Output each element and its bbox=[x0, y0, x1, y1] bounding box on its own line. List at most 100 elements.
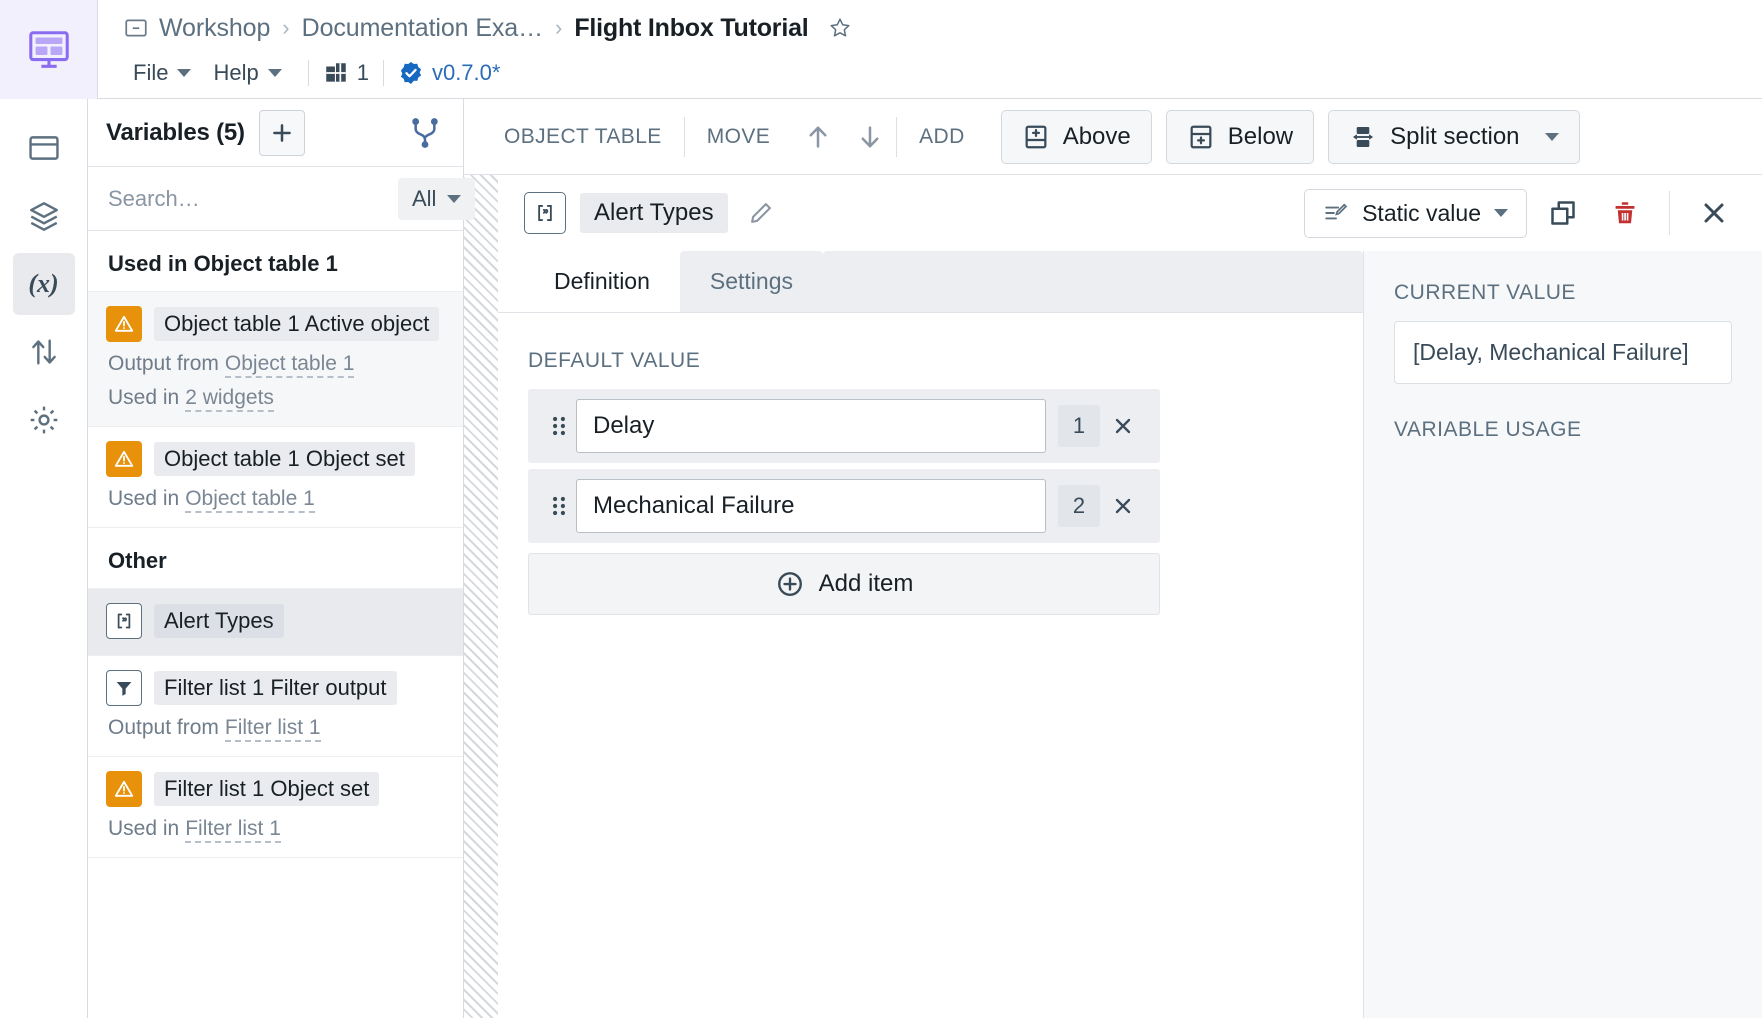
variable-name: Object table 1 Object set bbox=[154, 442, 415, 476]
breadcrumb-separator: › bbox=[282, 15, 290, 40]
add-below-icon bbox=[1190, 125, 1212, 148]
top-bar: Workshop › Documentation Exa… › Flight I… bbox=[0, 0, 1762, 99]
variable-meta-link[interactable]: Object table 1 bbox=[185, 487, 315, 513]
split-section-label: Split section bbox=[1390, 122, 1520, 150]
editor-tabs: Definition Settings bbox=[498, 251, 1363, 313]
variables-group-title: Used in Object table 1 bbox=[88, 231, 463, 292]
variable-list-item[interactable]: Object table 1 Object set Used in Object … bbox=[88, 427, 463, 528]
variable-meta-link[interactable]: Object table 1 bbox=[224, 352, 355, 378]
variable-meta-prefix: Used in bbox=[108, 487, 180, 510]
tab-definition[interactable]: Definition bbox=[524, 251, 680, 312]
variable-meta: Output from Object table 1 bbox=[108, 352, 445, 378]
breadcrumb-separator: › bbox=[555, 15, 563, 40]
divider bbox=[382, 60, 384, 86]
value-type-select[interactable]: Static value bbox=[1304, 188, 1527, 238]
value-type-label: Static value bbox=[1362, 199, 1481, 226]
chevron-down-icon bbox=[1544, 132, 1559, 141]
split-section-button[interactable]: Split section bbox=[1328, 109, 1580, 164]
search-row: All bbox=[88, 167, 476, 231]
tab-definition-label: Definition bbox=[554, 268, 650, 294]
current-value: [Delay, Mechanical Failure] bbox=[1394, 321, 1732, 384]
close-button[interactable] bbox=[1688, 187, 1740, 239]
close-icon bbox=[1115, 498, 1131, 514]
variables-icon: (x) bbox=[28, 269, 59, 298]
breadcrumb-item-1[interactable]: Documentation Exa… bbox=[302, 14, 543, 43]
drag-handle-icon[interactable] bbox=[542, 412, 576, 440]
pencil-icon[interactable] bbox=[742, 194, 780, 232]
current-value-label: CURRENT VALUE bbox=[1394, 281, 1576, 304]
add-below-button[interactable]: Below bbox=[1165, 109, 1315, 164]
add-variable-button[interactable] bbox=[258, 109, 305, 156]
variable-meta-prefix: Output from bbox=[108, 716, 219, 739]
default-value-input-2[interactable] bbox=[576, 479, 1046, 533]
close-icon bbox=[1704, 203, 1724, 223]
plus-icon bbox=[272, 123, 291, 142]
variable-meta-link[interactable]: Filter list 1 bbox=[185, 817, 281, 843]
default-value-input-1[interactable] bbox=[576, 399, 1046, 453]
variables-panel-header: Variables (5) bbox=[88, 99, 463, 167]
move-up-button[interactable] bbox=[792, 111, 844, 163]
variable-list-item[interactable]: Filter list 1 Object set Used in Filter l… bbox=[88, 757, 463, 858]
menu-file[interactable]: File bbox=[123, 57, 203, 89]
default-value-index-2: 2 bbox=[1058, 485, 1100, 527]
variable-meta-prefix: Used in bbox=[108, 817, 180, 840]
folder-icon bbox=[123, 15, 149, 41]
layout-count[interactable]: 1 bbox=[323, 60, 369, 86]
rail-item-layers[interactable] bbox=[13, 185, 75, 247]
duplicate-icon bbox=[1551, 201, 1575, 225]
warning-triangle-icon bbox=[106, 771, 142, 807]
workshop-layout-icon bbox=[28, 30, 69, 68]
gear-icon bbox=[30, 406, 57, 434]
variable-meta: Used in 2 widgets bbox=[108, 386, 445, 412]
variable-list-item-alert-types[interactable]: Alert Types bbox=[88, 589, 463, 656]
variable-list-item[interactable]: Filter list 1 Filter output Output from F… bbox=[88, 656, 463, 757]
warning-triangle-icon bbox=[106, 306, 142, 342]
move-down-button[interactable] bbox=[844, 111, 896, 163]
rail-item-settings[interactable] bbox=[13, 389, 75, 451]
variable-list-item[interactable]: Object table 1 Active object Output from… bbox=[88, 292, 463, 427]
variables-list: Used in Object table 1 Object table 1 Ac… bbox=[88, 231, 463, 1018]
menu-file-label: File bbox=[133, 60, 169, 85]
tab-settings-label: Settings bbox=[709, 268, 793, 294]
add-above-button[interactable]: Above bbox=[1000, 109, 1152, 164]
remove-item-button-2[interactable] bbox=[1100, 483, 1146, 529]
rail-item-layout-panel[interactable] bbox=[13, 117, 75, 179]
variables-panel: Variables (5) Search… All Used in Object… bbox=[88, 99, 476, 1018]
app-logo[interactable] bbox=[0, 0, 98, 99]
branch-button[interactable] bbox=[405, 113, 445, 153]
add-item-button[interactable]: Add item bbox=[528, 553, 1160, 615]
chevron-down-icon bbox=[447, 194, 462, 203]
breadcrumb-item-0[interactable]: Workshop bbox=[159, 14, 270, 43]
layout-panel-icon bbox=[28, 136, 59, 160]
left-rail: (x) bbox=[0, 99, 88, 1018]
variable-row: Alert Types bbox=[106, 603, 445, 639]
variable-meta-link[interactable]: Filter list 1 bbox=[224, 716, 321, 742]
variable-row: Filter list 1 Filter output bbox=[106, 670, 445, 706]
drag-handle-icon[interactable] bbox=[542, 492, 576, 520]
menu-help[interactable]: Help bbox=[203, 57, 293, 89]
variable-meta: Output from Filter list 1 bbox=[108, 716, 445, 742]
add-label: ADD bbox=[919, 124, 965, 148]
default-value-label: DEFAULT VALUE bbox=[528, 349, 701, 372]
breadcrumb: Workshop › Documentation Exa… › Flight I… bbox=[123, 5, 1762, 51]
remove-item-button-1[interactable] bbox=[1100, 403, 1146, 449]
variable-editor-name: Alert Types bbox=[580, 193, 728, 233]
rail-item-transfer[interactable] bbox=[13, 321, 75, 383]
delete-button[interactable] bbox=[1599, 187, 1651, 239]
version-chip[interactable]: v0.7.0* bbox=[398, 60, 500, 86]
duplicate-button[interactable] bbox=[1537, 187, 1589, 239]
star-outline-icon[interactable] bbox=[828, 16, 852, 40]
variable-meta-link[interactable]: 2 widgets bbox=[185, 386, 274, 412]
variable-name: Object table 1 Active object bbox=[154, 307, 440, 341]
filter-select[interactable]: All bbox=[398, 177, 476, 220]
variable-name: Alert Types bbox=[154, 604, 284, 638]
static-value-icon bbox=[1325, 203, 1348, 220]
main-body: Alert Types Static value Definition Sett… bbox=[464, 175, 1762, 1018]
tab-settings[interactable]: Settings bbox=[679, 251, 823, 312]
search-input[interactable] bbox=[106, 184, 398, 213]
variables-panel-title: Variables (5) bbox=[106, 118, 245, 146]
add-above-label: Above bbox=[1062, 122, 1131, 150]
variable-info-pane: CURRENT VALUE [Delay, Mechanical Failure… bbox=[1364, 251, 1762, 1018]
body: (x) Variables (5) Search… All Used in Ob… bbox=[0, 99, 1762, 1018]
rail-item-variables[interactable]: (x) bbox=[12, 253, 75, 315]
